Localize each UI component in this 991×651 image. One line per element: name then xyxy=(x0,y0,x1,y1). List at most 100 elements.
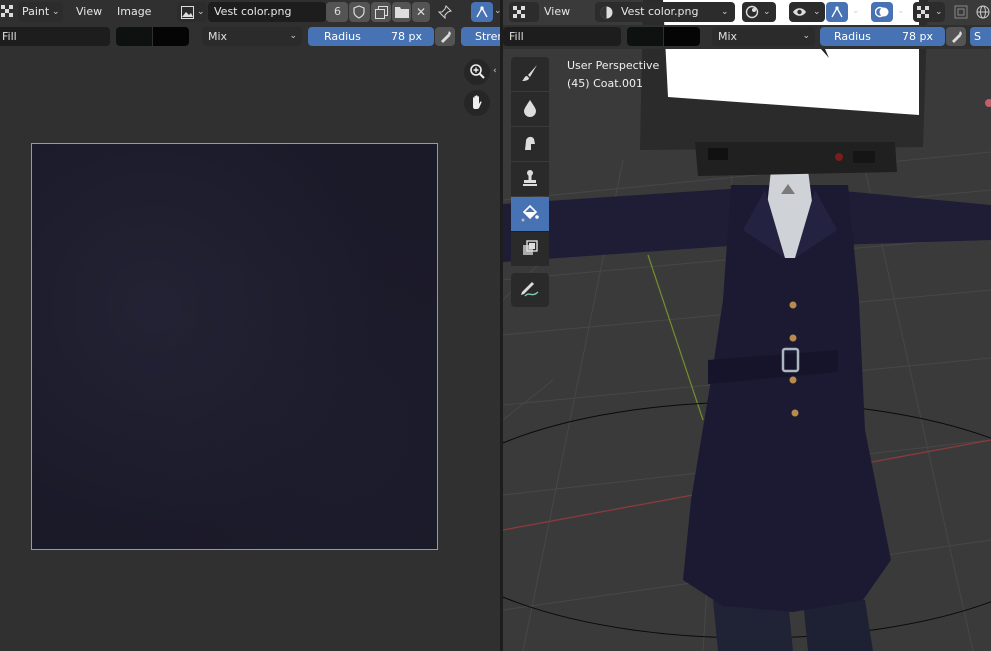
chevron-down-icon: ⌄ xyxy=(289,31,297,41)
mode-dropdown[interactable]: Paint ⌄ xyxy=(18,2,63,22)
menu-image[interactable]: Image xyxy=(117,0,151,24)
chevron-left-icon[interactable]: ‹ xyxy=(493,58,497,84)
viewport-header: View Vest color.png ⌄ ⌄ ⌄ ⌄ ⌄ ⌄ xyxy=(503,0,991,24)
blend-mode-dropdown[interactable]: Mix ⌄ xyxy=(202,27,302,46)
radius-pressure-toggle[interactable] xyxy=(946,27,966,46)
uv-sync-toggle[interactable] xyxy=(471,2,493,22)
brush-icon xyxy=(520,63,540,86)
pencil-icon xyxy=(519,279,541,302)
strength-label: Stren xyxy=(475,30,500,43)
menu-view[interactable]: View xyxy=(76,0,102,24)
pan-button[interactable] xyxy=(464,90,490,116)
editor-type-dropdown[interactable] xyxy=(509,2,539,22)
secondary-color-swatch[interactable] xyxy=(153,27,189,46)
chevron-down-icon: ⌄ xyxy=(52,7,60,17)
shading-icon xyxy=(745,5,759,19)
chevron-down-icon: ⌄ xyxy=(197,7,205,17)
gizmo-toggle[interactable] xyxy=(826,2,848,22)
chevron-down-icon: ⌄ xyxy=(802,31,810,41)
strength-label: S xyxy=(974,30,981,43)
secondary-color-swatch[interactable] xyxy=(664,27,700,46)
tool-clone[interactable] xyxy=(511,162,549,196)
image-name-field[interactable]: Vest color.png xyxy=(208,2,326,22)
tool-fill[interactable] xyxy=(511,197,549,231)
viewport-object-label: (45) Coat.001 xyxy=(567,77,644,90)
pin-icon[interactable] xyxy=(437,4,453,20)
chevron-down-icon: ⌄ xyxy=(935,7,943,17)
checker-icon xyxy=(916,5,930,19)
duplicate-icon xyxy=(374,5,388,19)
tool-annotate[interactable] xyxy=(511,273,549,307)
image-icon xyxy=(180,5,194,19)
image-tool-settings: Fill Mix ⌄ Radius 78 px Stren xyxy=(0,25,500,49)
radius-pressure-toggle[interactable] xyxy=(435,27,455,46)
texture-image-canvas[interactable] xyxy=(31,143,438,550)
radius-value: 78 px xyxy=(902,30,933,43)
image-editor: Paint ⌄ View Image ⌄ Vest color.png 6 ✕ … xyxy=(0,0,500,651)
material-sphere-icon xyxy=(599,5,613,19)
y-axis-line xyxy=(647,254,704,421)
bucket-icon xyxy=(520,203,540,226)
radius-value: 78 px xyxy=(391,30,422,43)
primary-color-swatch[interactable] xyxy=(627,27,663,46)
unlink-image-button[interactable]: ✕ xyxy=(412,2,430,22)
visibility-popover[interactable]: ⌄ xyxy=(789,2,825,22)
chevron-down-icon[interactable]: ⌄ xyxy=(897,0,905,22)
image-name: Vest color.png xyxy=(621,5,699,18)
gizmo-icon xyxy=(829,5,844,19)
folder-icon xyxy=(394,5,409,19)
checker-icon xyxy=(512,5,526,19)
blend-mode-label: Mix xyxy=(208,30,228,43)
menu-view[interactable]: View xyxy=(544,0,570,24)
chevron-down-icon: ⌄ xyxy=(721,7,729,17)
smear-icon xyxy=(520,133,540,156)
tool-mask[interactable] xyxy=(511,232,549,266)
radius-slider[interactable]: Radius 78 px xyxy=(308,27,434,46)
zoom-icon xyxy=(469,63,485,82)
overlay-toggle[interactable] xyxy=(871,2,893,22)
drop-icon xyxy=(520,98,540,121)
chevron-down-icon: ⌄ xyxy=(763,7,771,17)
image-selector[interactable]: Vest color.png ⌄ xyxy=(595,2,735,22)
chevron-down-icon[interactable]: ⌄ xyxy=(852,0,860,22)
fill-mode-label: Fill xyxy=(509,30,524,43)
new-image-button[interactable] xyxy=(371,2,391,22)
xray-icon[interactable] xyxy=(953,4,969,20)
blend-mode-label: Mix xyxy=(718,30,738,43)
stamp-icon xyxy=(520,168,540,191)
shield-icon xyxy=(352,5,366,19)
user-count-badge[interactable]: 6 xyxy=(326,2,348,22)
viewport-perspective-label: User Perspective xyxy=(567,59,660,72)
tool-soften[interactable] xyxy=(511,92,549,126)
image-editor-header: Paint ⌄ View Image ⌄ Vest color.png 6 ✕ … xyxy=(0,0,500,24)
radius-label: Radius xyxy=(834,30,871,43)
zoom-button[interactable] xyxy=(464,59,490,85)
strength-slider[interactable]: Stren xyxy=(461,27,500,46)
radius-label: Radius xyxy=(324,30,361,43)
3d-viewport[interactable]: View Vest color.png ⌄ ⌄ ⌄ ⌄ ⌄ ⌄ Fill Mix… xyxy=(503,0,991,651)
user-count: 6 xyxy=(334,5,341,18)
open-image-button[interactable] xyxy=(392,2,411,22)
tool-draw[interactable] xyxy=(511,57,549,91)
fill-mode-field[interactable]: Fill xyxy=(0,27,110,46)
fake-user-button[interactable] xyxy=(349,2,370,22)
pen-pressure-icon xyxy=(438,29,452,43)
eye-icon xyxy=(792,5,807,19)
globe-icon[interactable] xyxy=(975,4,991,20)
blend-mode-dropdown[interactable]: Mix ⌄ xyxy=(712,27,815,46)
uv-sync-icon xyxy=(474,5,489,19)
viewport-scene xyxy=(503,0,991,651)
mode-label: Paint xyxy=(22,5,50,18)
editor-type-icon[interactable] xyxy=(0,4,16,20)
chevron-down-icon: ⌄ xyxy=(813,7,821,17)
image-browse-button[interactable]: ⌄ xyxy=(177,2,207,22)
fill-mode-field[interactable]: Fill xyxy=(503,27,621,46)
strength-slider[interactable]: S xyxy=(970,27,991,46)
render-mode-popover[interactable]: ⌄ xyxy=(913,2,945,22)
close-icon: ✕ xyxy=(416,5,427,19)
fill-mode-label: Fill xyxy=(2,30,17,43)
tool-smear[interactable] xyxy=(511,127,549,161)
radius-slider[interactable]: Radius 78 px xyxy=(820,27,945,46)
primary-color-swatch[interactable] xyxy=(116,27,152,46)
viewport-shading-popover[interactable]: ⌄ xyxy=(742,2,776,22)
